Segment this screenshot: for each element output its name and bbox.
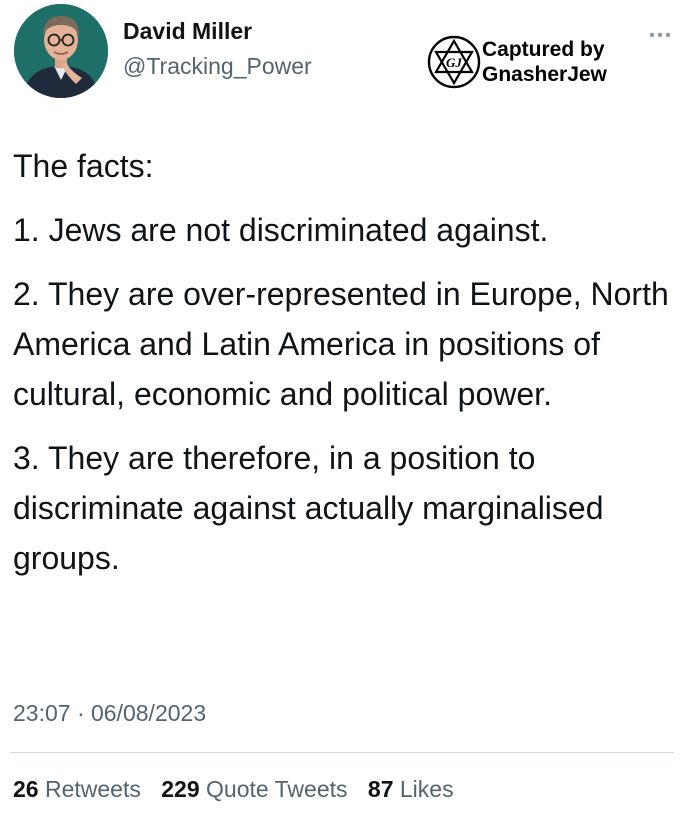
tweet-paragraph: 3. They are therefore, in a position to …: [13, 440, 604, 576]
watermark: GJ Captured by GnasherJew: [426, 34, 646, 92]
more-options-icon[interactable]: [648, 26, 672, 38]
author-handle[interactable]: @Tracking_Power: [123, 53, 312, 80]
likes-count: 87: [367, 776, 394, 802]
engagement-stats: 26 Retweets 229 Quote Tweets 87 Likes: [13, 776, 468, 803]
tweet-text: The facts: 1. Jews are not discriminated…: [13, 141, 673, 597]
quote-tweets-stat[interactable]: 229 Quote Tweets: [161, 776, 347, 802]
author-name[interactable]: David Miller: [123, 18, 252, 45]
person-avatar-icon: [14, 4, 108, 98]
retweets-count: 26: [13, 776, 39, 802]
star-of-david-logo-icon: GJ: [426, 34, 482, 90]
likes-stat[interactable]: 87 Likes: [368, 776, 454, 802]
quote-tweets-label: Quote Tweets: [206, 776, 348, 802]
tweet-paragraph: 1. Jews are not discriminated against.: [13, 212, 549, 248]
watermark-line-2: GnasherJew: [482, 63, 607, 86]
watermark-logo-text: GJ: [446, 55, 462, 70]
avatar[interactable]: [14, 4, 108, 98]
tweet-timestamp[interactable]: 23:07 · 06/08/2023: [13, 700, 206, 727]
watermark-line-1: Captured by: [482, 38, 605, 61]
likes-label: Likes: [399, 776, 454, 802]
quote-tweets-count: 229: [161, 776, 200, 802]
tweet-paragraph: The facts:: [13, 148, 154, 184]
tweet-paragraph: 2. They are over-represented in Europe, …: [13, 276, 669, 412]
watermark-text: Captured by GnasherJew: [482, 37, 607, 87]
divider: [10, 752, 674, 753]
retweets-stat[interactable]: 26 Retweets: [13, 776, 141, 802]
retweets-label: Retweets: [44, 776, 141, 802]
